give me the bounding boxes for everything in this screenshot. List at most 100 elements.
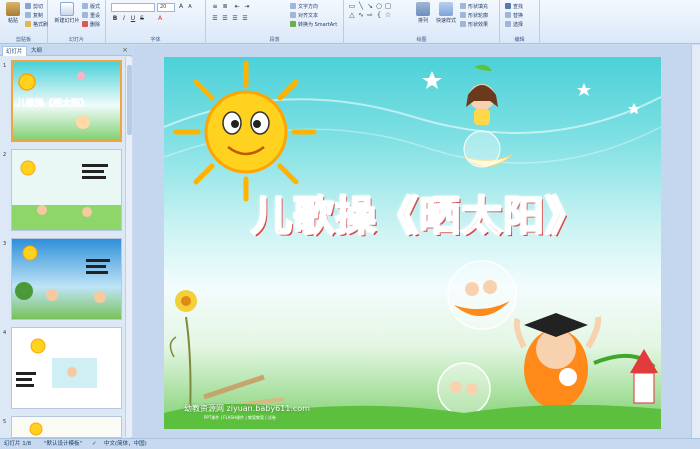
text-direction-button[interactable]: 文字方向: [290, 3, 318, 11]
arrow-shape-icon[interactable]: ↘: [366, 3, 374, 10]
thumb-number-4: 4: [3, 330, 7, 336]
brace-shape-icon[interactable]: {: [375, 12, 383, 19]
shape-effects-button[interactable]: 形状效果: [460, 21, 488, 29]
thumbnail-3-art: [12, 239, 121, 319]
slide-counter: 幻灯片 1/8: [4, 441, 32, 447]
pane-tabs: 幻灯片 大纲 ×: [0, 45, 132, 56]
curve-shape-icon[interactable]: ∿: [357, 12, 365, 19]
new-slide-icon: [60, 2, 74, 16]
align-center-button[interactable]: ☰: [221, 15, 229, 23]
format-painter-button[interactable]: 格式刷: [25, 21, 48, 29]
paste-button[interactable]: 粘贴: [2, 2, 24, 30]
layout-button[interactable]: 版式: [82, 3, 100, 11]
font-color-button[interactable]: A: [156, 15, 164, 23]
quick-styles-icon: [439, 2, 453, 16]
paste-icon: [6, 2, 20, 16]
slide-canvas[interactable]: 儿歌操《晒太阳》 幼教资源网 ziyuan.baby611.com PPT课件 …: [164, 57, 661, 429]
oval-shape-icon[interactable]: ○: [375, 3, 383, 10]
arrange-icon: [416, 2, 430, 16]
font-size-combo[interactable]: 20: [157, 3, 175, 12]
slide-title[interactable]: 儿歌操《晒太阳》: [199, 182, 639, 242]
new-slide-button[interactable]: 新建幻灯片: [54, 2, 80, 30]
pen-outline-icon: [460, 12, 466, 18]
brush-icon: [25, 21, 31, 27]
effects-icon: [460, 21, 466, 27]
slides-pane-scrollbar[interactable]: [125, 57, 132, 437]
fill-bucket-icon: [460, 3, 466, 9]
cut-button[interactable]: 剪切: [25, 3, 43, 11]
justify-button[interactable]: ☰: [241, 15, 249, 23]
graduate-boy-illustration: [513, 313, 602, 409]
underline-button[interactable]: U: [129, 15, 137, 23]
slide-thumbnail-1[interactable]: 儿歌操《晒太阳》: [11, 60, 122, 142]
select-button[interactable]: 选择: [505, 21, 523, 29]
thumb-number-1: 1: [3, 63, 7, 69]
status-bar: 幻灯片 1/8 "默认设计模板" ✓ 中文(简体，中国): [0, 438, 700, 449]
shape-fill-button[interactable]: 形状填充: [460, 3, 488, 11]
thumbnail-2-art: [12, 150, 121, 230]
right-arrow-shape-icon[interactable]: ⇨: [366, 12, 374, 19]
slide-thumbnail-2[interactable]: [11, 149, 122, 231]
girl-on-moon-illustration: [463, 64, 513, 168]
font-name-combo[interactable]: [111, 3, 155, 12]
find-button[interactable]: 查找: [505, 3, 523, 11]
numbering-button[interactable]: ≣: [221, 3, 229, 11]
scrollbar-thumb[interactable]: [127, 65, 132, 135]
line-shape-icon[interactable]: ╲: [357, 3, 365, 10]
sun-illustration: [173, 60, 317, 202]
drawing-group-label: 绘图: [416, 37, 427, 43]
editing-group-label: 编辑: [514, 37, 525, 43]
quick-styles-button[interactable]: 快速样式: [434, 2, 458, 30]
decrease-indent-button[interactable]: ⇤: [233, 3, 241, 11]
shrink-font-button[interactable]: A: [186, 3, 194, 11]
rectangle-shape-icon[interactable]: ▭: [348, 3, 356, 10]
language-indicator: 中文(简体，中国): [104, 441, 147, 447]
smartart-icon: [290, 21, 296, 27]
tab-slides[interactable]: 幻灯片: [2, 46, 27, 56]
delete-icon: [82, 21, 88, 27]
watermark-subtext: PPT课件 | FLASH课件 | 教案教案 | 试卷: [204, 415, 276, 420]
flower-illustration: [169, 290, 197, 418]
italic-button[interactable]: I: [120, 15, 128, 23]
font-group-label: 字体: [150, 37, 161, 43]
copy-icon: [25, 12, 31, 18]
spellcheck-icon[interactable]: ✓: [92, 439, 97, 449]
align-right-button[interactable]: ☰: [231, 15, 239, 23]
align-text-icon: [290, 12, 296, 18]
strikethrough-button[interactable]: S: [138, 15, 146, 23]
paragraph-group-label: 段落: [269, 37, 280, 43]
grow-font-button[interactable]: A: [177, 3, 185, 11]
triangle-shape-icon[interactable]: △: [348, 12, 356, 19]
ribbon: 粘贴 剪切 复制 格式刷 剪贴板 新建幻灯片 版式 重设 删除 幻灯片 20 A…: [0, 0, 700, 44]
align-text-button[interactable]: 对齐文本: [290, 12, 318, 20]
clipboard-group-label: 剪贴板: [15, 37, 31, 43]
align-left-button[interactable]: ☰: [211, 15, 219, 23]
delete-slide-button[interactable]: 删除: [82, 21, 100, 29]
thumb-number-5: 5: [3, 419, 7, 425]
editor-scrollbar[interactable]: [691, 45, 700, 438]
font-group: 20 A A B I U S A 字体: [106, 0, 206, 44]
bold-button[interactable]: B: [111, 15, 119, 23]
close-pane-icon[interactable]: ×: [122, 46, 128, 54]
slide-thumbnail-5[interactable]: [11, 416, 122, 438]
copy-button[interactable]: 复制: [25, 12, 43, 20]
rounded-rect-shape-icon[interactable]: ▢: [384, 3, 392, 10]
increase-indent-button[interactable]: ⇥: [243, 3, 251, 11]
tab-outline[interactable]: 大纲: [28, 46, 45, 56]
star-shape-icon[interactable]: ☆: [384, 12, 392, 19]
convert-smartart-button[interactable]: 转换为 SmartArt: [290, 21, 337, 29]
slide-thumbnail-3[interactable]: [11, 238, 122, 320]
arrange-button[interactable]: 排列: [412, 2, 434, 30]
shape-outline-button[interactable]: 形状轮廓: [460, 12, 488, 20]
thumbnail-4-art: [12, 328, 121, 408]
select-arrow-icon: [505, 21, 511, 27]
slide-thumbnail-4[interactable]: [11, 327, 122, 409]
replace-button[interactable]: 替换: [505, 12, 523, 20]
thumb-number-3: 3: [3, 241, 7, 247]
slides-group-label: 幻灯片: [68, 37, 84, 43]
reset-button[interactable]: 重设: [82, 12, 100, 20]
slides-pane: 幻灯片 大纲 × 1 儿歌操《晒太阳》 2 3 4 5: [0, 45, 132, 438]
bullets-button[interactable]: ≡: [211, 3, 219, 11]
thumbnail-5-art: [12, 417, 121, 437]
small-bubble-illustration: [437, 362, 491, 416]
